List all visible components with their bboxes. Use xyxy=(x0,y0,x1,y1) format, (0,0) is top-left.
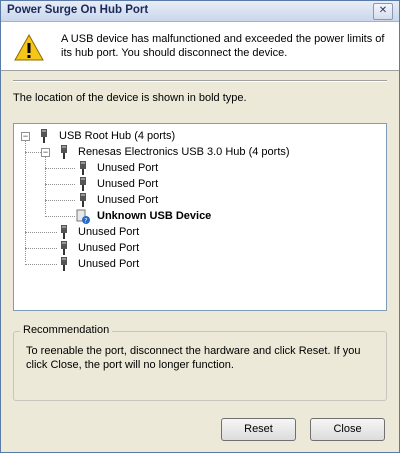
message-header: A USB device has malfunctioned and excee… xyxy=(1,22,399,71)
usb-plug-icon xyxy=(61,257,67,271)
tree-node-hub-port[interactable]: Unused Port xyxy=(14,176,386,192)
warning-triangle-icon xyxy=(14,33,44,61)
tree-node-root-port[interactable]: Unused Port xyxy=(14,224,386,240)
dialog-window: Power Surge On Hub Port ✕ A USB device h… xyxy=(0,0,400,453)
collapse-icon[interactable]: − xyxy=(41,148,50,157)
tree-node-label: Unused Port xyxy=(78,226,140,238)
tree-node-label: USB Root Hub (4 ports) xyxy=(59,130,176,142)
collapse-icon[interactable]: − xyxy=(21,132,30,141)
tree-node-unknown-device[interactable]: ? Unknown USB Device xyxy=(14,208,386,224)
usb-plug-icon xyxy=(61,225,67,239)
usb-plug-icon xyxy=(80,161,86,175)
usb-plug-icon xyxy=(61,241,67,255)
close-button[interactable]: Close xyxy=(310,418,385,441)
tree-node-label: Unused Port xyxy=(97,194,159,206)
tree-node-label: Unused Port xyxy=(97,178,159,190)
tree-node-hub-port[interactable]: Unused Port xyxy=(14,160,386,176)
tree-node-label: Renesas Electronics USB 3.0 Hub (4 ports… xyxy=(78,146,290,158)
usb-plug-icon xyxy=(61,145,67,159)
tree-node-hub-port[interactable]: Unused Port xyxy=(14,192,386,208)
title-bar[interactable]: Power Surge On Hub Port ✕ xyxy=(1,1,399,22)
recommendation-title: Recommendation xyxy=(20,324,113,336)
divider xyxy=(13,80,387,82)
tree-node-label: Unused Port xyxy=(78,242,140,254)
reset-button[interactable]: Reset xyxy=(221,418,296,441)
close-window-button[interactable]: ✕ xyxy=(373,3,393,20)
recommendation-group: Recommendation To reenable the port, dis… xyxy=(13,324,387,401)
usb-plug-icon xyxy=(80,177,86,191)
device-tree[interactable]: − USB Root Hub (4 ports) − Renesas Elect… xyxy=(13,123,387,311)
tree-node-root-port[interactable]: Unused Port xyxy=(14,256,386,272)
usb-plug-icon xyxy=(80,193,86,207)
recommendation-text: To reenable the port, disconnect the har… xyxy=(26,345,361,371)
tree-node-root-hub[interactable]: − USB Root Hub (4 ports) xyxy=(14,128,386,144)
usb-plug-icon xyxy=(41,129,47,143)
unknown-device-icon: ? xyxy=(76,209,90,224)
header-message: A USB device has malfunctioned and excee… xyxy=(61,33,385,59)
tree-node-hub[interactable]: − Renesas Electronics USB 3.0 Hub (4 por… xyxy=(14,144,386,160)
tree-node-label: Unknown USB Device xyxy=(97,210,212,222)
window-title: Power Surge On Hub Port xyxy=(7,4,149,16)
tree-node-root-port[interactable]: Unused Port xyxy=(14,240,386,256)
tree-node-label: Unused Port xyxy=(78,258,140,270)
tree-node-label: Unused Port xyxy=(97,162,159,174)
location-text: The location of the device is shown in b… xyxy=(13,92,247,104)
